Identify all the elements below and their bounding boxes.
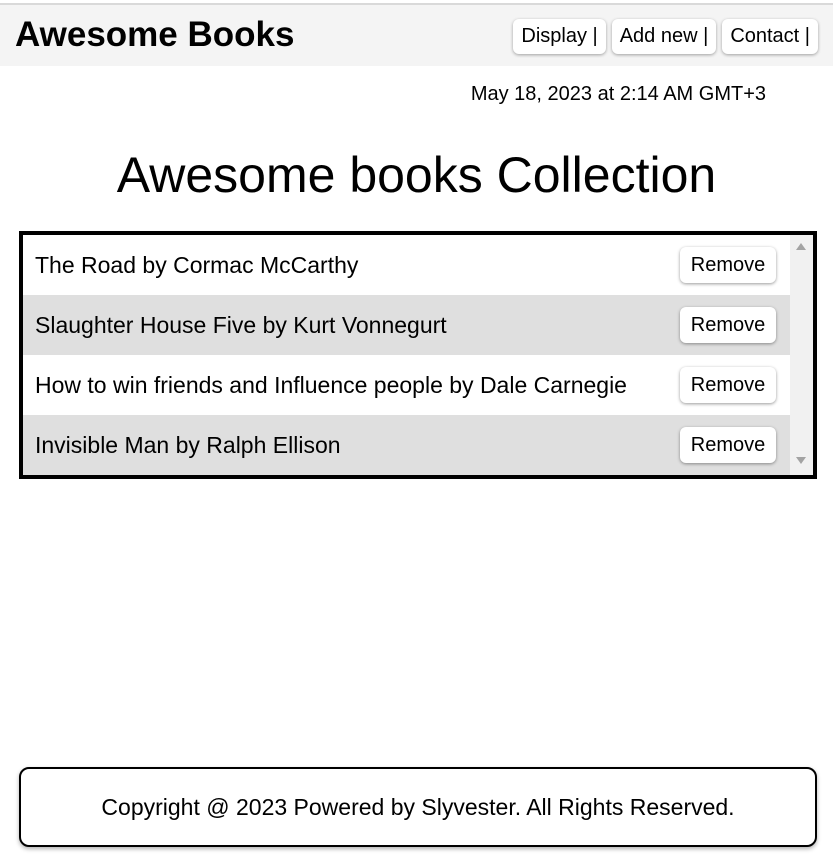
scroll-up-arrow-icon[interactable] <box>796 243 806 250</box>
book-title: Invisible Man by Ralph Ellison <box>35 432 341 458</box>
brand-title: Awesome Books <box>15 15 295 54</box>
scrollbar[interactable] <box>790 235 813 475</box>
nav-contact-button[interactable]: Contact | <box>722 19 818 54</box>
page-title: Awesome books Collection <box>116 147 717 203</box>
navbar: Awesome Books Display | Add new | Contac… <box>0 3 833 66</box>
book-row: Slaughter House Five by Kurt Vonnegurt R… <box>23 295 790 355</box>
remove-button[interactable]: Remove <box>680 247 776 283</box>
scroll-down-arrow-icon[interactable] <box>796 457 806 464</box>
book-row: The Road by Cormac McCarthy Remove <box>23 235 790 295</box>
remove-button[interactable]: Remove <box>680 307 776 343</box>
page: Awesome Books Display | Add new | Contac… <box>0 0 833 864</box>
book-title: How to win friends and Influence people … <box>35 372 627 398</box>
date-time: May 18, 2023 at 2:14 AM GMT+3 <box>470 83 766 105</box>
remove-button[interactable]: Remove <box>680 367 776 403</box>
book-title: The Road by Cormac McCarthy <box>35 252 359 278</box>
book-title: Slaughter House Five by Kurt Vonnegurt <box>35 312 447 338</box>
book-row: Invisible Man by Ralph Ellison Remove <box>23 415 790 475</box>
footer: Copyright @ 2023 Powered by Slyvester. A… <box>19 767 817 847</box>
nav-display-button[interactable]: Display | <box>513 19 606 54</box>
book-list: The Road by Cormac McCarthy Remove Slaug… <box>23 235 790 475</box>
book-list-container[interactable]: The Road by Cormac McCarthy Remove Slaug… <box>19 231 817 479</box>
remove-button[interactable]: Remove <box>680 427 776 463</box>
nav-add-new-button[interactable]: Add new | <box>611 19 717 54</box>
footer-copyright: Copyright @ 2023 Powered by Slyvester. A… <box>101 794 735 820</box>
book-row: How to win friends and Influence people … <box>23 355 790 415</box>
nav-list: Display | Add new | Contact | <box>513 19 818 54</box>
